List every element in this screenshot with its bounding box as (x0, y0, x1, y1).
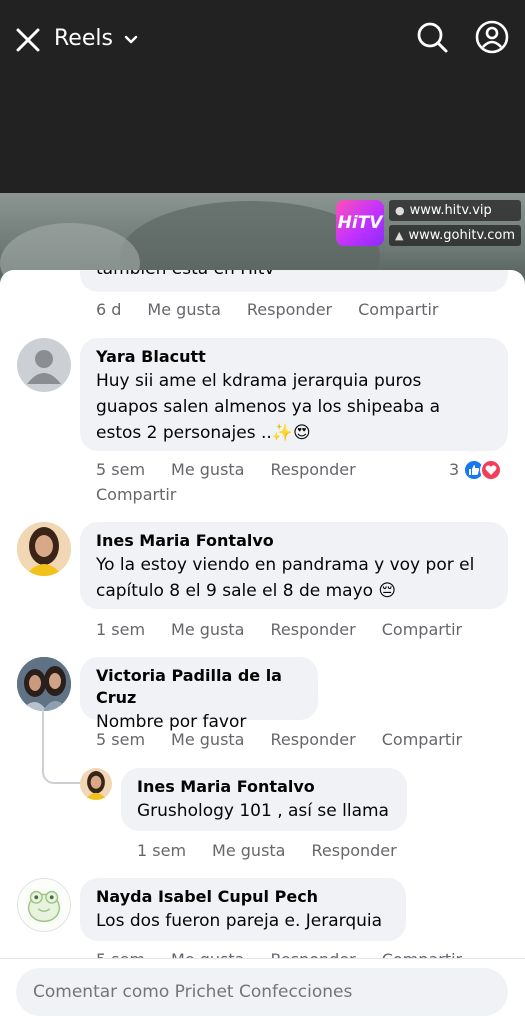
profile-photo (17, 522, 71, 576)
comment-input[interactable] (16, 968, 508, 1016)
comment-time: 5 sem (96, 730, 146, 749)
reply-actions: 1 sem Me gusta Responder (137, 841, 423, 860)
page-title: Reels (54, 26, 113, 51)
reply-thread-line (42, 710, 82, 784)
like-button[interactable]: Me gusta (171, 620, 244, 639)
comment-time: 1 sem (96, 620, 146, 639)
comment-bubble: Nayda Isabel Cupul Pech Los dos fueron p… (80, 878, 406, 941)
reply-button[interactable]: Responder (270, 620, 355, 639)
comment-bubble: también está en Hitv (80, 270, 508, 292)
like-button[interactable]: Me gusta (147, 300, 220, 319)
like-button[interactable]: Me gusta (171, 460, 244, 479)
comment-text-line: estos 2 personajes ..✨😍 (96, 423, 311, 443)
comment-author[interactable]: Ines Maria Fontalvo (96, 530, 492, 552)
profile-photo (17, 657, 71, 711)
avatar[interactable] (17, 338, 71, 392)
comment-bubble: Victoria Padilla de la Cruz Nombre por f… (80, 657, 318, 732)
comment-author[interactable]: Yara Blacutt (96, 346, 492, 368)
comment-actions: 5 sem Me gusta Responder (96, 460, 382, 479)
comment-actions-wrap: Compartir (96, 485, 202, 504)
comment-time: 1 sem (137, 841, 187, 860)
reaction-icons[interactable] (463, 459, 502, 481)
close-icon[interactable] (14, 26, 42, 54)
avatar[interactable] (17, 522, 71, 576)
comment-actions: 5 sem Me gusta Responder Compartir (96, 730, 488, 749)
reply-button[interactable]: Responder (247, 300, 332, 319)
link-text: www.gohitv.com (408, 228, 516, 243)
avatar[interactable] (80, 768, 112, 800)
comment-text-line: Grushology 101 , así se llama (137, 801, 389, 821)
comment-text-line: capítulo 8 el 9 sale el 8 de mayo 😔 (96, 581, 397, 601)
reply-button[interactable]: Responder (311, 841, 396, 860)
comment-text-line: Yo la estoy viendo en pandrama y voy por… (96, 555, 475, 575)
reply-bubble: Ines Maria Fontalvo Grushology 101 , así… (121, 768, 407, 831)
comment-bubble: Yara Blacutt Huy sii ame el kdrama jerar… (80, 338, 508, 451)
comment-actions: 6 d Me gusta Responder Compartir (96, 300, 465, 319)
account-icon[interactable] (474, 19, 510, 55)
like-button[interactable]: Me gusta (171, 730, 244, 749)
reaction-count[interactable]: 3 (449, 460, 459, 479)
reply-button[interactable]: Responder (270, 730, 355, 749)
comment-text-line: Los dos fueron pareja e. Jerarquia (96, 911, 383, 931)
share-button[interactable]: Compartir (382, 620, 462, 639)
comment-bubble: Ines Maria Fontalvo Yo la estoy viendo e… (80, 522, 508, 609)
apple-icon: ● (395, 204, 405, 217)
avatar[interactable] (17, 657, 71, 711)
share-button[interactable]: Compartir (382, 730, 462, 749)
link-text: www.hitv.vip (409, 203, 492, 218)
comment-composer-bar (0, 958, 525, 1024)
top-bar: Reels (0, 0, 525, 195)
comment-time: 5 sem (96, 460, 146, 479)
hitv-ios-link: ● www.hitv.vip (389, 200, 521, 221)
comment-text: también está en Hitv (96, 270, 492, 282)
hitv-android-link: ▲ www.gohitv.com (389, 225, 521, 246)
default-avatar-icon (27, 350, 61, 384)
love-reaction-icon (480, 459, 502, 481)
comment-author[interactable]: Victoria Padilla de la Cruz (96, 665, 302, 709)
comment-actions: 1 sem Me gusta Responder Compartir (96, 620, 488, 639)
comment-time: 6 d (96, 300, 122, 319)
profile-photo (80, 768, 112, 800)
share-button[interactable]: Compartir (96, 485, 176, 504)
comment-author[interactable]: Nayda Isabel Cupul Pech (96, 886, 390, 908)
search-icon[interactable] (414, 20, 450, 56)
comments-sheet: también está en Hitv 6 d Me gusta Respon… (0, 270, 525, 1024)
share-button[interactable]: Compartir (358, 300, 438, 319)
reply-button[interactable]: Responder (270, 460, 355, 479)
comment-text-line: Huy sii ame el kdrama jerarquia puros (96, 371, 422, 391)
android-icon: ▲ (395, 229, 404, 242)
frog-avatar-icon (18, 879, 70, 931)
chevron-down-icon (124, 35, 138, 43)
comment-text-line: guapos salen almenos ya los shipeaba a (96, 397, 440, 417)
like-button[interactable]: Me gusta (212, 841, 285, 860)
reels-dropdown[interactable]: Reels (54, 26, 139, 51)
comment-author[interactable]: Ines Maria Fontalvo (137, 776, 391, 798)
hitv-logo: HiTV (336, 200, 384, 246)
avatar[interactable] (17, 878, 71, 932)
